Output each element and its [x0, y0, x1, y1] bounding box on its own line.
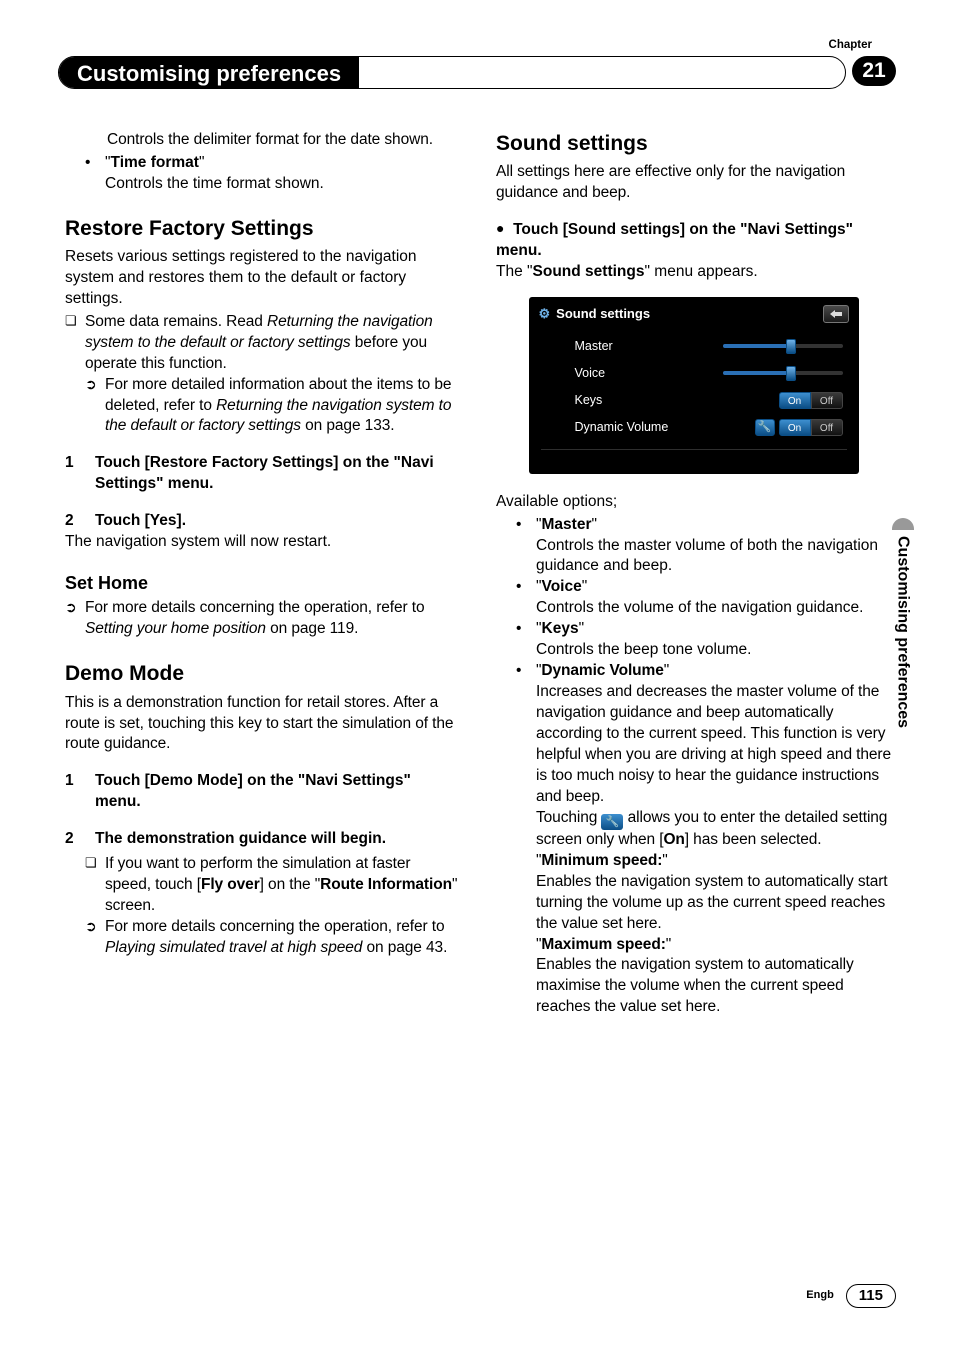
- bullet-icon: •: [85, 153, 105, 195]
- sound-settings-screenshot: ⚙ Sound settings Master Voice Keys On O: [529, 297, 859, 474]
- demo-step-1: 1 Touch [Demo Mode] on the "Navi Setting…: [65, 771, 460, 813]
- dyn-off[interactable]: Off: [811, 419, 843, 436]
- footer-lang: Engb: [806, 1288, 834, 1303]
- reference-icon: [85, 917, 105, 959]
- demo-note: If you want to perform the simulation at…: [65, 854, 460, 917]
- opt-dynamic: • "Dynamic Volume" Increases and decreas…: [496, 661, 891, 1018]
- dynamic-toggle[interactable]: On Off: [779, 419, 843, 436]
- bullet-icon: •: [516, 661, 536, 1018]
- ss-separator: [541, 449, 847, 450]
- right-column: Sound settings All settings here are eff…: [496, 130, 891, 1018]
- set-home-ref: For more details concerning the operatio…: [65, 598, 460, 640]
- page-title-pill: Customising preferences: [58, 56, 846, 89]
- reference-icon: [85, 375, 105, 438]
- ss-title: Sound settings: [556, 305, 650, 323]
- chapter-label: Chapter: [829, 38, 872, 54]
- master-slider[interactable]: [723, 344, 843, 348]
- back-button[interactable]: [823, 305, 849, 323]
- reference-icon: [65, 598, 85, 640]
- voice-slider[interactable]: [723, 371, 843, 375]
- opt-voice: • "Voice" Controls the volume of the nav…: [496, 577, 891, 619]
- bullet-icon: •: [516, 577, 536, 619]
- footer: Engb 115: [806, 1284, 896, 1308]
- ss-row-keys: Keys On Off: [529, 387, 859, 414]
- time-format-label: Time format: [111, 154, 199, 171]
- demo-heading: Demo Mode: [65, 660, 460, 688]
- keys-toggle[interactable]: On Off: [779, 392, 843, 409]
- restore-ref: For more detailed information about the …: [65, 375, 460, 438]
- restore-note: Some data remains. Read Returning the na…: [65, 312, 460, 375]
- filled-bullet-icon: ●: [496, 220, 504, 236]
- opt-keys: • "Keys" Controls the beep tone volume.: [496, 619, 891, 661]
- note-icon: [65, 312, 85, 375]
- content-area: Controls the delimiter format for the da…: [65, 130, 893, 1018]
- ss-header: ⚙ Sound settings: [529, 297, 859, 333]
- sound-appears: The "Sound settings" menu appears.: [496, 262, 891, 283]
- restore-heading: Restore Factory Settings: [65, 215, 460, 243]
- restore-step-2: 2 Touch [Yes].: [65, 511, 460, 532]
- bullet-icon: •: [516, 515, 536, 578]
- ss-row-voice: Voice: [529, 360, 859, 387]
- keys-on[interactable]: On: [779, 392, 811, 409]
- opt-master: • "Master" Controls the master volume of…: [496, 515, 891, 578]
- side-tab: Customising preferences: [892, 518, 914, 808]
- page-title: Customising preferences: [59, 57, 359, 88]
- time-format-desc: Controls the time format shown.: [105, 175, 324, 192]
- side-tab-cap: [892, 518, 914, 530]
- wrench-icon: 🔧: [601, 814, 623, 830]
- bullet-icon: •: [516, 619, 536, 661]
- ss-row-dynamic: Dynamic Volume 🔧 On Off: [529, 414, 859, 441]
- settings-icon: ⚙: [539, 305, 551, 323]
- chapter-number-badge: 21: [852, 56, 896, 86]
- demo-desc: This is a demonstration function for ret…: [65, 693, 460, 756]
- side-tab-label: Customising preferences: [892, 530, 914, 728]
- available-options: Available options;: [496, 492, 891, 513]
- back-icon: [829, 309, 843, 319]
- time-format-item: • "Time format" Controls the time format…: [65, 153, 460, 195]
- restore-step-2-follow: The navigation system will now restart.: [65, 532, 460, 553]
- keys-off[interactable]: Off: [811, 392, 843, 409]
- page-number-badge: 115: [846, 1284, 896, 1308]
- note-icon: [85, 854, 105, 917]
- demo-ref: For more details concerning the operatio…: [65, 917, 460, 959]
- sound-instruction: ● Touch [Sound settings] on the "Navi Se…: [496, 220, 891, 262]
- sound-desc: All settings here are effective only for…: [496, 162, 891, 204]
- left-column: Controls the delimiter format for the da…: [65, 130, 460, 1018]
- restore-desc: Resets various settings registered to th…: [65, 247, 460, 310]
- dyn-on[interactable]: On: [779, 419, 811, 436]
- dynamic-detail-button[interactable]: 🔧: [755, 419, 775, 436]
- restore-step-1: 1 Touch [Restore Factory Settings] on th…: [65, 453, 460, 495]
- ss-row-master: Master: [529, 333, 859, 360]
- demo-step-2: 2 The demonstration guidance will begin.: [65, 829, 460, 850]
- sound-heading: Sound settings: [496, 130, 891, 158]
- set-home-heading: Set Home: [65, 571, 460, 595]
- date-delimiter-desc: Controls the delimiter format for the da…: [65, 130, 460, 151]
